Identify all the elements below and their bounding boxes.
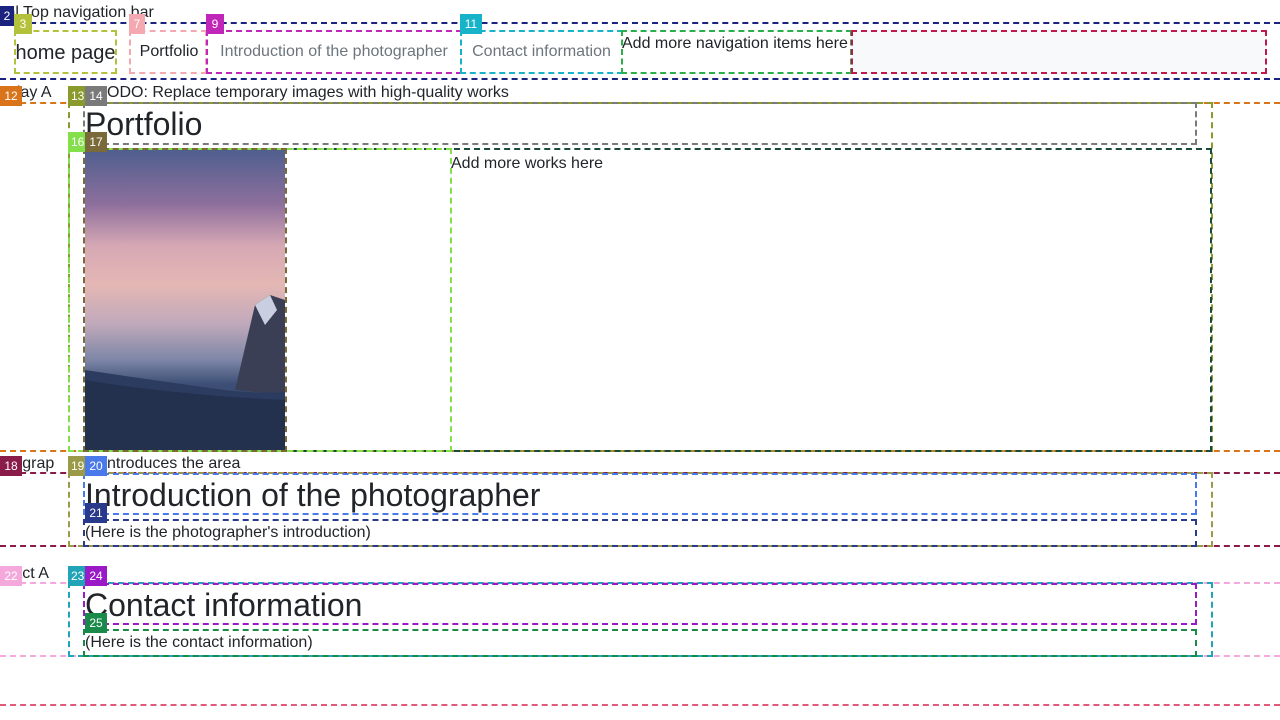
- nav-introduction-link[interactable]: Introduction of the photographer: [208, 32, 460, 72]
- badge-2: 2: [0, 6, 14, 26]
- badge-12: 12: [0, 86, 22, 106]
- badge-18: 18: [0, 456, 22, 476]
- todo-comment: ODO: Replace temporary images with high-…: [107, 84, 509, 101]
- contact-title: Contact information: [85, 587, 363, 623]
- mountain-landscape-icon: [85, 295, 285, 450]
- badge-17: 17: [85, 132, 107, 152]
- badge-25: 25: [85, 613, 107, 633]
- body-bottom-outline: [0, 704, 1280, 706]
- nav-contact-link[interactable]: Contact information: [462, 32, 621, 72]
- nav-portfolio-link[interactable]: Portfolio: [131, 32, 207, 72]
- nav-more-placeholder: Add more navigation items here: [622, 35, 848, 52]
- photographer-title: Introduction of the photographer: [85, 477, 541, 513]
- contact-text: (Here is the contact information): [85, 634, 313, 651]
- photographer-text: (Here is the photographer's introduction…: [85, 524, 371, 541]
- more-works-placeholder: Add more works here: [451, 155, 604, 172]
- badge-21: 21: [85, 503, 107, 523]
- introduces-comment: ntroduces the area: [107, 455, 241, 472]
- nav-home-link[interactable]: home page: [14, 33, 117, 73]
- nav-filler-outline: [851, 30, 1267, 74]
- badge-11: 11: [460, 14, 482, 34]
- badge-20: 20: [85, 456, 107, 476]
- badge-14: 14: [85, 86, 107, 106]
- badge-7: 7: [129, 14, 145, 34]
- badge-24: 24: [85, 566, 107, 586]
- work-image[interactable]: [85, 150, 285, 450]
- badge-22: 22: [0, 566, 22, 586]
- portfolio-title-outline: [83, 102, 1197, 145]
- badge-9: 9: [206, 14, 224, 34]
- badge-3: 3: [14, 14, 32, 34]
